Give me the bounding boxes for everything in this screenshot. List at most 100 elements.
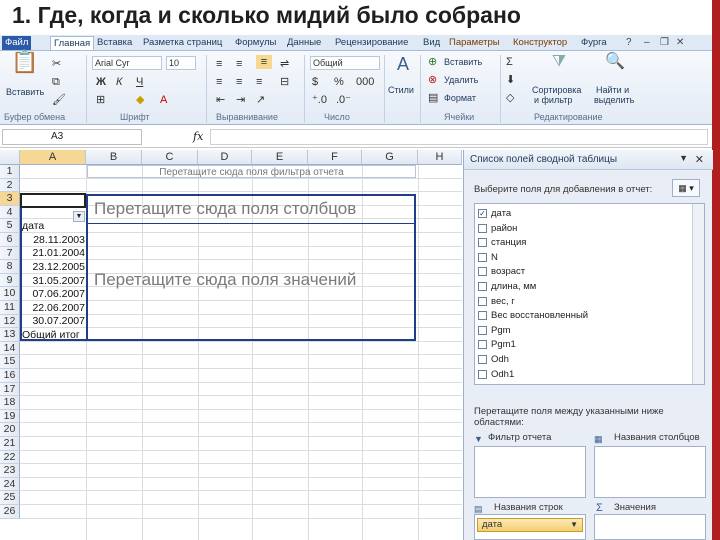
sort-filter-icon[interactable]: ⧩ (548, 54, 570, 70)
delete-cells-icon[interactable]: ⊗ (428, 73, 437, 87)
wrap-text-icon[interactable]: ⇌ (280, 57, 289, 71)
report-filter-drop-zone[interactable]: Перетащите сюда поля фильтра отчета (87, 165, 416, 178)
increase-decimal-icon[interactable]: ⁺.0 (312, 93, 327, 107)
layout-options-button[interactable]: ▦ ▾ (672, 179, 700, 197)
row-header-13[interactable]: 13 (0, 328, 20, 342)
column-header-h[interactable]: H (418, 150, 462, 165)
tab-insert[interactable]: Вставка (94, 36, 135, 50)
row-header-7[interactable]: 7 (0, 246, 20, 261)
column-header-d[interactable]: D (198, 150, 252, 165)
row-header-10[interactable]: 10 (0, 287, 20, 301)
sort-filter-button[interactable]: Сортировка (532, 85, 581, 95)
format-cells-button[interactable]: Формат (444, 93, 476, 103)
indent-decrease-icon[interactable]: ⇤ (216, 93, 225, 107)
insert-cells-icon[interactable]: ⊕ (428, 55, 437, 69)
checkbox-icon[interactable] (478, 238, 487, 248)
tab-file[interactable]: Файл (2, 36, 32, 50)
field-item[interactable]: район (478, 222, 517, 236)
row-header-5[interactable]: 5 (0, 219, 20, 233)
comma-style-icon[interactable]: 000 (356, 75, 374, 89)
align-middle-icon[interactable]: ≡ (236, 57, 242, 71)
tab-data[interactable]: Данные (284, 36, 324, 50)
row-header-23[interactable]: 23 (0, 464, 20, 478)
row-header-4[interactable]: 4 (0, 205, 20, 220)
tab-design[interactable]: Конструктор (510, 36, 570, 50)
row-header-19[interactable]: 19 (0, 409, 20, 424)
format-cells-icon[interactable]: ▤ (428, 91, 438, 105)
checkbox-icon[interactable] (478, 311, 487, 321)
indent-increase-icon[interactable]: ⇥ (236, 93, 245, 107)
row-header-18[interactable]: 18 (0, 396, 20, 410)
row-header-20[interactable]: 20 (0, 423, 20, 437)
checkbox-checked-icon[interactable]: ✓ (478, 208, 487, 218)
field-item[interactable]: N (478, 251, 498, 265)
borders-icon[interactable]: ⊞ (96, 93, 105, 107)
row-header-15[interactable]: 15 (0, 355, 20, 369)
field-item[interactable]: длина, мм (478, 280, 536, 294)
row-header-17[interactable]: 17 (0, 382, 20, 397)
column-header-b[interactable]: B (86, 150, 142, 165)
tab-formulas[interactable]: Формулы (232, 36, 279, 50)
row-header-12[interactable]: 12 (0, 314, 20, 329)
column-header-f[interactable]: F (308, 150, 362, 165)
align-right-icon[interactable]: ≡ (256, 75, 262, 89)
percent-icon[interactable]: % (334, 75, 344, 89)
underline-icon[interactable]: Ч (136, 75, 143, 89)
align-center-icon[interactable]: ≡ (236, 75, 242, 89)
align-top-icon[interactable]: ≡ (216, 57, 222, 71)
checkbox-icon[interactable] (478, 267, 487, 277)
minimize-icon[interactable]: – (644, 37, 650, 48)
align-bottom-icon[interactable]: ≡ (256, 55, 272, 69)
bold-icon[interactable]: Ж (96, 75, 106, 89)
autosum-icon[interactable]: Σ (506, 55, 513, 69)
field-item[interactable]: Odh (478, 353, 509, 367)
field-list-scrollbar[interactable] (692, 204, 704, 384)
row-header-25[interactable]: 25 (0, 491, 20, 505)
row-header-26[interactable]: 26 (0, 505, 20, 519)
checkbox-icon[interactable] (478, 340, 487, 350)
fx-icon[interactable]: fx (193, 130, 203, 143)
fill-icon[interactable]: ⬇ (506, 73, 515, 87)
orientation-icon[interactable]: ↗ (256, 93, 265, 107)
field-item[interactable]: Вес восстановленный (478, 309, 588, 323)
row-header-6[interactable]: 6 (0, 233, 20, 247)
paste-button[interactable]: Вставить (6, 87, 44, 97)
values-area-box[interactable] (594, 514, 706, 540)
chevron-down-icon[interactable]: ▼ (570, 519, 578, 531)
column-header-e[interactable]: E (252, 150, 308, 165)
tab-page-layout[interactable]: Разметка страниц (140, 36, 225, 50)
row-header-24[interactable]: 24 (0, 477, 20, 492)
styles-icon[interactable]: A (392, 55, 414, 79)
value-fields-drop-zone[interactable]: Перетащите сюда поля значений (86, 223, 416, 341)
restore-icon[interactable]: ❐ (660, 37, 669, 48)
field-list[interactable]: ✓ дата район станция Nвозраст длина, мм вес, г… (474, 203, 705, 385)
font-name-combo[interactable]: Arial Cyr (92, 56, 162, 70)
format-painter-icon[interactable]: 🖌 (52, 93, 66, 107)
currency-icon[interactable]: $ (312, 75, 318, 89)
select-all-corner[interactable] (0, 150, 20, 165)
find-select-button-line2[interactable]: выделить (594, 95, 634, 105)
column-header-g[interactable]: G (362, 150, 418, 165)
tab-review[interactable]: Рецензирование (332, 36, 411, 50)
find-select-icon[interactable]: 🔍 (604, 54, 626, 70)
cut-icon[interactable]: ✂ (52, 57, 61, 71)
find-select-button[interactable]: Найти и (596, 85, 629, 95)
active-cell-a3[interactable] (20, 193, 86, 208)
field-item[interactable]: Pgm1 (478, 338, 516, 352)
font-size-combo[interactable]: 10 (166, 56, 196, 70)
row-header-11[interactable]: 11 (0, 301, 20, 315)
checkbox-icon[interactable] (478, 369, 487, 379)
name-box[interactable]: A3 (2, 129, 142, 145)
field-item[interactable]: Pgm (478, 324, 511, 338)
paste-icon[interactable]: 📋 (10, 51, 40, 83)
row-header-3[interactable]: 3 (0, 192, 20, 206)
checkbox-icon[interactable] (478, 281, 487, 291)
row-filter-dropdown-icon[interactable]: ▼ (73, 211, 85, 222)
insert-cells-button[interactable]: Вставить (444, 57, 482, 67)
checkbox-icon[interactable] (478, 296, 487, 306)
tab-options[interactable]: Параметры (446, 36, 503, 50)
row-header-22[interactable]: 22 (0, 450, 20, 465)
field-item[interactable]: вес, г (478, 295, 515, 309)
field-item[interactable]: Odh1 (478, 368, 514, 382)
filter-area-box[interactable] (474, 446, 586, 498)
